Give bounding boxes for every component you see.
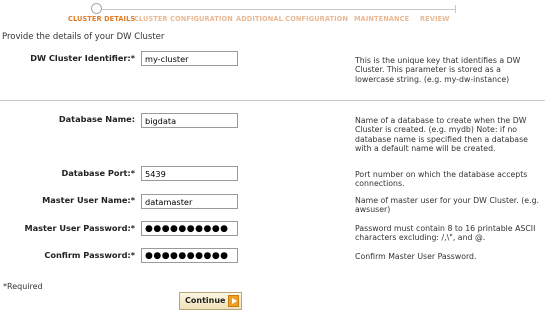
master-user-name-help: Name of master user for your DW Cluster.… — [355, 196, 539, 215]
master-user-password-label: Master User Password:* — [24, 223, 135, 233]
step-cluster-configuration: CLUSTER CONFIGURATION — [134, 15, 233, 23]
wizard-track-end — [455, 5, 456, 13]
step-cluster-details: CLUSTER DETAILS — [68, 15, 136, 23]
continue-button[interactable]: Continue — [179, 292, 242, 310]
master-user-password-input[interactable] — [141, 221, 238, 236]
database-name-help: Name of a database to create when the DW… — [355, 116, 528, 154]
current-step-marker-icon — [91, 3, 102, 14]
intro-text: Provide the details of your DW Cluster — [2, 32, 165, 42]
confirm-password-label: Confirm Password:* — [44, 250, 135, 260]
step-maintenance: MAINTENANCE — [354, 15, 410, 23]
arrow-right-icon — [228, 295, 239, 307]
database-port-input[interactable] — [141, 166, 238, 181]
master-user-name-label: Master User Name:* — [42, 195, 135, 205]
cluster-identifier-label: DW Cluster Identifier:* — [30, 53, 135, 63]
section-divider — [0, 100, 545, 101]
continue-button-label: Continue — [185, 296, 226, 305]
cluster-identifier-input[interactable] — [141, 51, 238, 66]
required-note: *Required — [3, 282, 43, 291]
database-name-label: Database Name: — [58, 114, 135, 124]
database-port-label: Database Port:* — [61, 168, 135, 178]
confirm-password-help: Confirm Master User Password. — [355, 252, 477, 261]
master-user-password-help: Password must contain 8 to 16 printable … — [355, 224, 536, 243]
master-user-name-input[interactable] — [141, 194, 238, 209]
wizard-track — [96, 9, 455, 10]
cluster-identifier-help: This is the unique key that identifies a… — [355, 56, 521, 84]
step-additional-configuration: ADDITIONAL CONFIGURATION — [236, 15, 349, 23]
database-port-help: Port number on which the database accept… — [355, 170, 528, 189]
confirm-password-input[interactable] — [141, 248, 238, 263]
database-name-input[interactable] — [141, 113, 238, 128]
step-review: REVIEW — [420, 15, 450, 23]
